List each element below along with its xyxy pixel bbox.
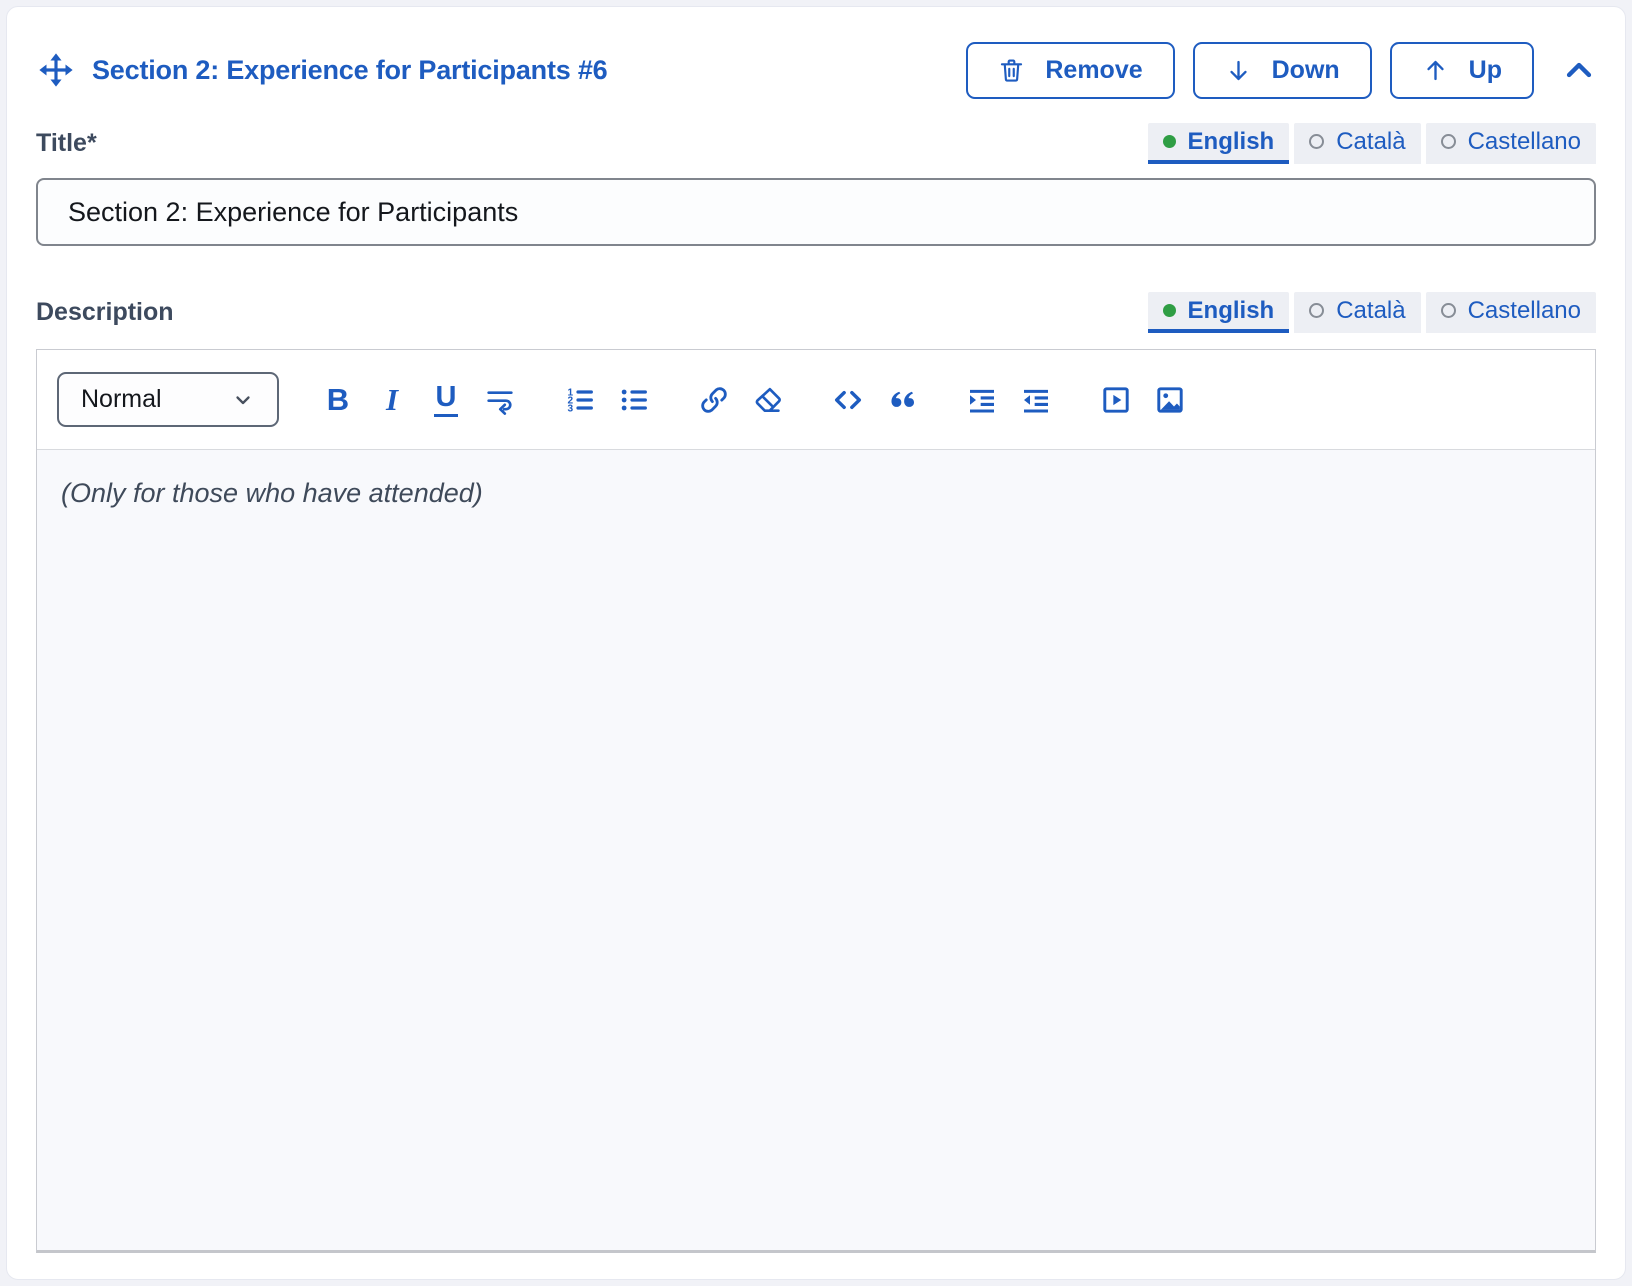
blockquote-button[interactable]: [875, 376, 929, 424]
clear-format-button[interactable]: [741, 376, 795, 424]
remove-button[interactable]: Remove: [966, 42, 1174, 99]
bold-button[interactable]: B: [311, 376, 365, 424]
section-heading: Section 2: Experience for Participants #…: [92, 55, 608, 86]
italic-button[interactable]: I: [365, 376, 419, 424]
title-language-tabs: English Català Castellano: [1148, 123, 1596, 164]
move-up-button[interactable]: Up: [1390, 42, 1534, 99]
underline-button[interactable]: U: [419, 376, 473, 424]
toolbar-group-blocks: [821, 376, 929, 424]
quote-icon: [886, 384, 918, 416]
language-radio-icon: [1441, 303, 1456, 318]
arrow-down-icon: [1225, 57, 1252, 84]
editor-content-area[interactable]: (Only for those who have attended): [37, 450, 1595, 1250]
section-header-left: Section 2: Experience for Participants #…: [36, 50, 608, 90]
language-tab-castellano[interactable]: Castellano: [1426, 123, 1596, 164]
language-tab-castellano[interactable]: Castellano: [1426, 292, 1596, 333]
underline-icon: U: [434, 382, 459, 416]
indent-increase-button[interactable]: [955, 376, 1009, 424]
section-header: Section 2: Experience for Participants #…: [36, 41, 1596, 99]
language-selected-dot-icon: [1163, 135, 1176, 148]
section-card: Section 2: Experience for Participants #…: [6, 6, 1626, 1280]
eraser-icon: [752, 384, 784, 416]
down-button-label: Down: [1272, 56, 1340, 85]
ordered-list-button[interactable]: 123: [553, 376, 607, 424]
language-tab-label: Castellano: [1468, 128, 1581, 156]
format-dropdown-value: Normal: [81, 385, 162, 414]
image-icon: [1154, 384, 1186, 416]
indent-increase-icon: [966, 384, 998, 416]
drag-move-icon[interactable]: [36, 50, 76, 90]
editor-text: (Only for those who have attended): [61, 478, 1571, 509]
rich-text-editor: Normal B I U: [36, 349, 1596, 1253]
section-actions: Remove Down Up: [966, 42, 1596, 99]
toolbar-group-lists: 123: [553, 376, 661, 424]
up-button-label: Up: [1469, 56, 1502, 85]
indent-decrease-button[interactable]: [1009, 376, 1063, 424]
ordered-list-icon: 123: [564, 384, 596, 416]
language-tab-label: English: [1188, 297, 1275, 325]
language-selected-dot-icon: [1163, 304, 1176, 317]
description-language-tabs: English Català Castellano: [1148, 292, 1596, 333]
description-field-row: Description English Català Castellano: [36, 292, 1596, 333]
format-dropdown[interactable]: Normal: [57, 372, 279, 427]
move-down-button[interactable]: Down: [1193, 42, 1372, 99]
link-icon: [698, 384, 730, 416]
language-tab-label: Castellano: [1468, 297, 1581, 325]
language-tab-label: English: [1188, 128, 1275, 156]
arrow-up-icon: [1422, 57, 1449, 84]
title-field-row: Title* English Català Castellano: [36, 123, 1596, 164]
language-radio-icon: [1309, 303, 1324, 318]
italic-icon: I: [386, 382, 398, 418]
text-wrap-icon: [484, 384, 516, 416]
language-tab-label: Català: [1336, 128, 1405, 156]
title-field: Title* English Català Castellano: [36, 123, 1596, 246]
collapse-chevron-icon[interactable]: [1562, 53, 1596, 87]
toolbar-group-link: [687, 376, 795, 424]
toolbar-group-media: [1089, 376, 1197, 424]
image-upload-button[interactable]: [1143, 376, 1197, 424]
video-embed-button[interactable]: [1089, 376, 1143, 424]
title-label: Title*: [36, 129, 97, 158]
code-view-button[interactable]: [821, 376, 875, 424]
language-tab-catala[interactable]: Català: [1294, 123, 1420, 164]
remove-button-label: Remove: [1045, 56, 1142, 85]
text-wrap-button[interactable]: [473, 376, 527, 424]
description-label: Description: [36, 298, 174, 327]
language-radio-icon: [1441, 134, 1456, 149]
toolbar-group-indent: [955, 376, 1063, 424]
video-icon: [1100, 384, 1132, 416]
editor-toolbar: Normal B I U: [37, 350, 1595, 450]
chevron-down-icon: [231, 388, 255, 412]
trash-icon: [998, 57, 1025, 84]
language-tab-label: Català: [1336, 297, 1405, 325]
indent-decrease-icon: [1020, 384, 1052, 416]
bullet-list-button[interactable]: [607, 376, 661, 424]
description-field: Description English Català Castellano: [36, 292, 1596, 1253]
title-input[interactable]: [36, 178, 1596, 246]
code-icon: [831, 383, 865, 417]
link-button[interactable]: [687, 376, 741, 424]
toolbar-group-text-style: B I U: [311, 376, 527, 424]
bullet-list-icon: [618, 384, 650, 416]
language-tab-catala[interactable]: Català: [1294, 292, 1420, 333]
bold-icon: B: [327, 382, 349, 418]
language-tab-english[interactable]: English: [1148, 292, 1290, 333]
language-tab-english[interactable]: English: [1148, 123, 1290, 164]
svg-text:3: 3: [567, 403, 573, 414]
language-radio-icon: [1309, 134, 1324, 149]
